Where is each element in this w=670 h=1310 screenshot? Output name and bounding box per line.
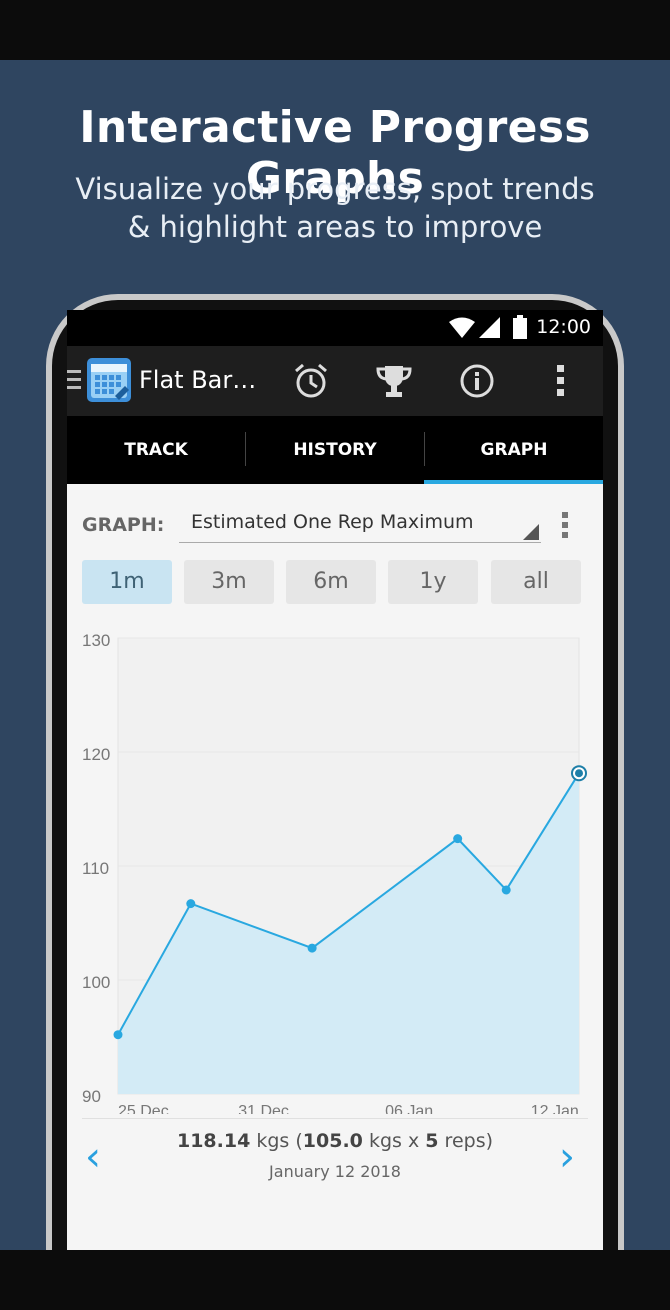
graph-label: GRAPH:	[82, 514, 165, 536]
graph-type-dropdown[interactable]: Estimated One Rep Maximum	[179, 506, 541, 543]
range-all-button[interactable]: all	[491, 560, 581, 604]
y-tick-label: 90	[82, 1087, 101, 1106]
battery-icon	[513, 315, 527, 339]
range-1m-button[interactable]: 1m	[82, 560, 172, 604]
x-tick-label: 12 Jan	[531, 1103, 579, 1114]
y-tick-label: 120	[82, 745, 110, 764]
point-summary: 118.14 kgs (105.0 kgs x 5 reps)	[127, 1130, 543, 1152]
highlighted-point	[575, 769, 583, 778]
alarm-clock-icon[interactable]	[292, 362, 330, 400]
next-point-icon[interactable]: ›	[559, 1134, 575, 1180]
tab-graph[interactable]: GRAPH	[425, 416, 603, 484]
data-point	[186, 899, 196, 909]
dropdown-arrow-icon	[523, 524, 539, 540]
overflow-menu-icon[interactable]	[542, 362, 580, 400]
action-bar: Flat Bar…	[67, 346, 603, 416]
promo-subline-1: Visualize your progress, spot trends	[75, 172, 595, 206]
summary-reps-label: reps)	[444, 1130, 494, 1152]
footer-divider	[82, 1118, 588, 1119]
bottom-black-bar	[0, 1250, 670, 1310]
status-bar: 12:00	[67, 310, 603, 346]
summary-times: x	[407, 1130, 420, 1152]
graph-type-value: Estimated One Rep Maximum	[191, 511, 474, 533]
previous-point-icon[interactable]: ‹	[85, 1134, 101, 1180]
graph-content: GRAPH: Estimated One Rep Maximum 1m 3m 6…	[67, 484, 603, 1250]
tab-history[interactable]: HISTORY	[246, 416, 424, 484]
range-1y-button[interactable]: 1y	[388, 560, 478, 604]
top-black-bar	[0, 0, 670, 60]
status-time: 12:00	[536, 316, 591, 338]
data-point	[307, 943, 317, 953]
progress-chart[interactable]: 90 100 110 120 130 25 Dec 31 Dec 06 Jan 12 Jan	[67, 614, 603, 1114]
data-point	[501, 885, 511, 895]
app-title: Flat Bar…	[139, 366, 257, 394]
summary-date: January 12 2018	[269, 1162, 401, 1181]
y-tick-label: 110	[82, 859, 109, 878]
signal-icon	[479, 317, 500, 338]
promo-subline: Visualize your progress, spot trends & h…	[0, 170, 670, 246]
tab-bar: TRACK HISTORY GRAPH	[67, 416, 603, 485]
trophy-icon[interactable]	[375, 362, 413, 400]
app-screen: 12:00 Flat Bar… TRACK HISTORY GRAPH GRAP…	[67, 310, 603, 1250]
range-3m-button[interactable]: 3m	[184, 560, 274, 604]
y-tick-label: 100	[82, 973, 110, 992]
menu-icon[interactable]	[67, 370, 81, 394]
summary-weight: 105.0	[302, 1130, 363, 1152]
tab-track[interactable]: TRACK	[67, 416, 245, 484]
summary-value: 118.14	[176, 1130, 251, 1152]
x-tick-label: 25 Dec	[118, 1103, 169, 1114]
x-tick-label: 06 Jan	[385, 1103, 433, 1114]
wifi-icon	[449, 317, 475, 338]
x-tick-label: 31 Dec	[238, 1103, 289, 1114]
summary-unit: kgs	[256, 1130, 290, 1152]
graph-options-icon[interactable]	[562, 512, 568, 542]
data-point	[113, 1030, 123, 1040]
summary-reps: 5	[425, 1130, 439, 1152]
data-point	[453, 834, 463, 844]
promo-subline-2: & highlight areas to improve	[127, 210, 543, 244]
y-tick-label: 130	[82, 631, 110, 650]
summary-weight-unit: kgs	[368, 1130, 402, 1152]
summary-open-paren: (	[295, 1130, 303, 1152]
info-icon[interactable]	[458, 362, 496, 400]
app-calendar-icon[interactable]	[87, 358, 131, 402]
range-6m-button[interactable]: 6m	[286, 560, 376, 604]
